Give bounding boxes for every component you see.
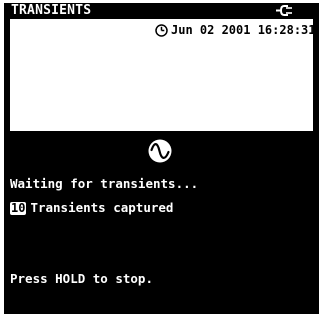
info-panel: Jun 02 2001 16:28:31 [10,19,316,131]
captured-label: Transients captured [30,200,174,215]
power-plug-icon [276,5,292,16]
hold-hint-text: Press HOLD to stop. [10,271,153,286]
captured-count-badge: 10 [10,201,27,215]
captured-status: 10 Transients captured [10,201,173,215]
instrument-screen: TRANSIENTS Jun 02 2001 16:28:31 Waiting … [4,3,319,314]
clock-icon [155,24,168,37]
waiting-status-text: Waiting for transients... [10,176,199,191]
date-time-readout: Jun 02 2001 16:28:31 [171,23,316,37]
screen-title: TRANSIENTS [11,3,92,18]
waveform-icon [148,139,172,163]
